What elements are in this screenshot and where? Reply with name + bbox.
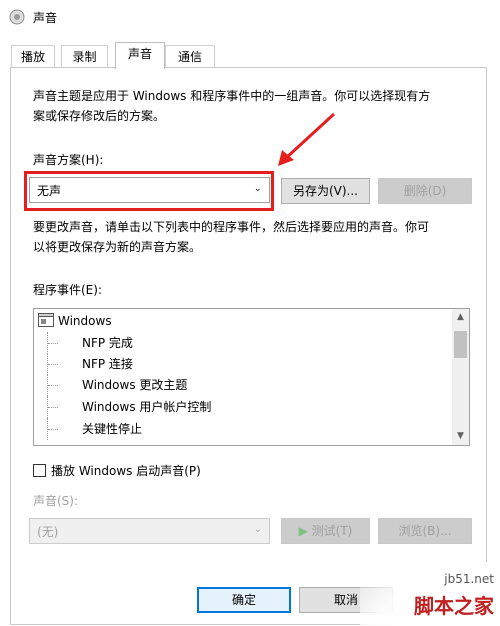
sound-scheme-value: 无声	[37, 184, 62, 198]
window-title: 声音	[33, 11, 58, 25]
tree-connector	[47, 353, 70, 375]
sound-scheme-label: 声音方案(H):	[33, 153, 104, 167]
list-item[interactable]: NFP 连接	[34, 353, 434, 375]
save-as-button[interactable]: 另存为(V)...	[281, 178, 370, 204]
delete-button[interactable]: 删除(D)	[378, 178, 472, 204]
test-button[interactable]: ▶ 测试(T)	[281, 518, 370, 544]
tree-connector	[47, 374, 70, 396]
list-scrollbar[interactable]: ▲ ▼	[452, 309, 469, 445]
tree-connector	[47, 396, 70, 418]
chevron-down-icon: ⌄	[253, 183, 262, 194]
list-item[interactable]: Windows 用户帐户控制	[34, 396, 434, 418]
list-item[interactable]: 关键性停止	[34, 418, 434, 440]
list-item[interactable]: Windows 更改主题	[34, 374, 434, 396]
chevron-down-icon: ⌄	[253, 524, 262, 535]
list-item-label: Windows 用户帐户控制	[82, 400, 212, 414]
startup-sound-label[interactable]: 播放 Windows 启动声音(P)	[51, 461, 201, 481]
tab-sounds[interactable]: 声音	[115, 42, 165, 69]
list-item-label: NFP 连接	[82, 357, 133, 371]
test-button-label: 测试(T)	[311, 524, 353, 538]
description-line-2: 案或保存修改后的方案。	[33, 109, 166, 123]
tab-recording[interactable]: 录制	[61, 45, 108, 67]
watermark-site: jb51.net	[444, 572, 494, 586]
instructions-line-2: 以将更改保存为新的声音方案。	[33, 240, 202, 254]
tab-strip: 播放 录制 声音 通信	[0, 42, 500, 69]
list-item[interactable]: NFP 完成	[34, 332, 434, 354]
speaker-icon	[9, 9, 25, 25]
tree-connector	[47, 332, 70, 354]
browse-button[interactable]: 浏览(B)...	[378, 518, 472, 544]
scroll-up-icon[interactable]: ▲	[452, 309, 469, 326]
sound-scheme-dropdown[interactable]: 无声 ⌄	[29, 177, 270, 203]
scroll-down-icon[interactable]: ▼	[452, 428, 469, 445]
instructions-line-1: 要更改声音，请单击以下列表中的程序事件，然后选择要应用的声音。你可	[33, 220, 430, 234]
list-item-label: NFP 完成	[82, 336, 133, 350]
startup-sound-checkbox[interactable]	[33, 464, 46, 477]
list-item-label: Windows	[58, 314, 112, 328]
play-icon: ▶	[298, 524, 308, 538]
program-events-list[interactable]: Windows NFP 完成 NFP 连接 Windows 更改主题 Windo…	[33, 308, 470, 446]
list-item-windows-root[interactable]: Windows	[38, 310, 112, 332]
tab-playback[interactable]: 播放	[11, 45, 55, 67]
window-icon	[38, 313, 54, 327]
program-events-label: 程序事件(E):	[33, 283, 102, 297]
ok-button[interactable]: 确定	[197, 587, 291, 613]
list-item-label: Windows 更改主题	[82, 378, 188, 392]
description-line-1: 声音主题是应用于 Windows 和程序事件中的一组声音。你可以选择现有方	[33, 89, 431, 103]
sound-dropdown[interactable]: (无) ⌄	[29, 518, 270, 544]
title-bar: 声音	[0, 0, 500, 34]
sound-value: (无)	[37, 525, 59, 539]
tree-connector	[47, 418, 70, 440]
list-item-label: 关键性停止	[82, 422, 143, 436]
sound-label: 声音(S):	[33, 494, 79, 508]
scrollbar-thumb[interactable]	[454, 331, 467, 358]
watermark-brand: 脚本之家	[414, 594, 494, 618]
tab-communications[interactable]: 通信	[165, 45, 215, 67]
watermark: jb51.net 脚本之家	[360, 562, 500, 626]
